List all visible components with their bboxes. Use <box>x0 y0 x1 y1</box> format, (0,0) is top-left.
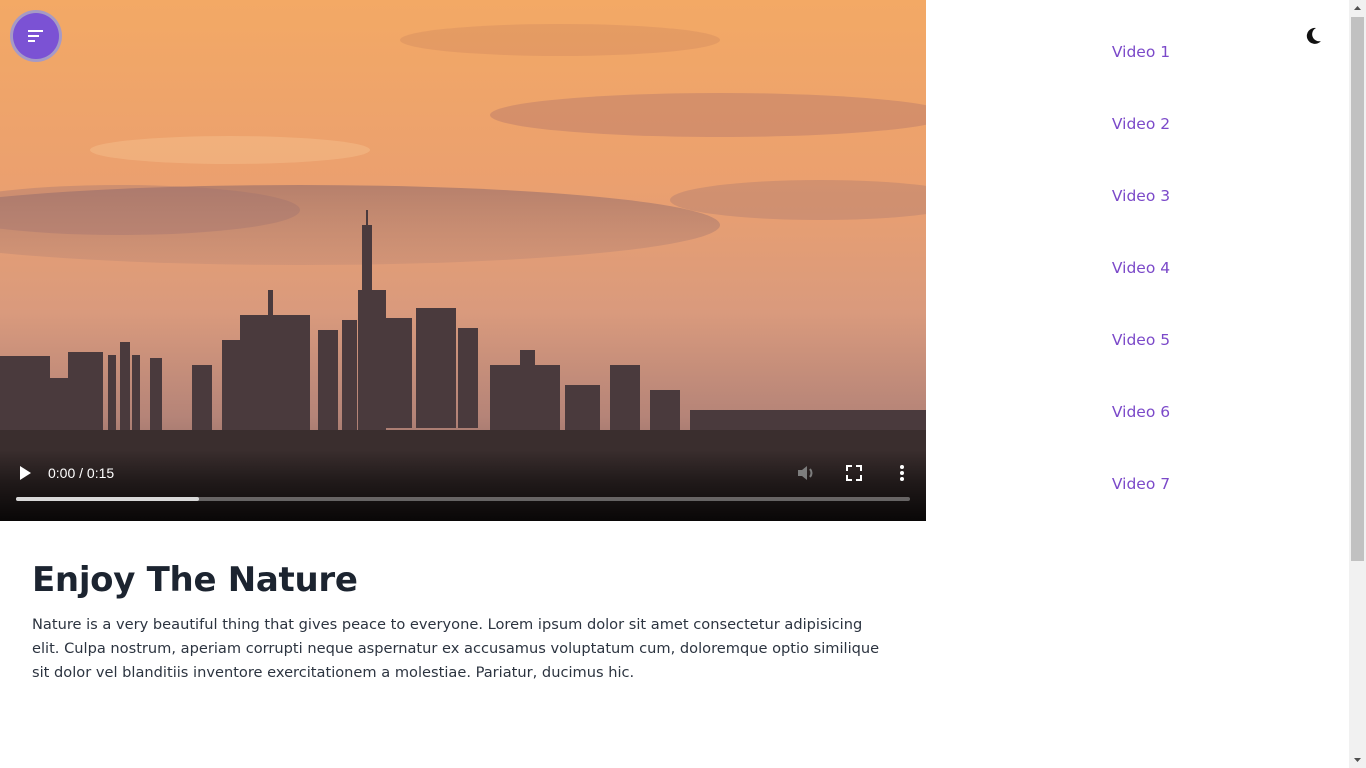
menu-button[interactable] <box>13 13 59 59</box>
scrollbar-thumb[interactable] <box>1351 17 1364 561</box>
time-display: 0:00 / 0:15 <box>48 465 115 481</box>
video-frame-city-skyline <box>0 0 926 521</box>
playlist-item[interactable]: Video 7 <box>926 474 1356 494</box>
sort-lines-icon <box>28 30 43 42</box>
playlist-item[interactable]: Video 4 <box>926 258 1356 278</box>
page-description: Nature is a very beautiful thing that gi… <box>32 616 880 681</box>
playlist-item[interactable]: Video 1 <box>926 42 1356 62</box>
fullscreen-icon[interactable] <box>845 464 863 482</box>
video-controls: 0:00 / 0:15 <box>0 450 926 521</box>
playlist-item[interactable]: Video 6 <box>926 402 1356 422</box>
playlist-item[interactable]: Video 2 <box>926 114 1356 134</box>
playlist-item[interactable]: Video 5 <box>926 330 1356 350</box>
moon-icon[interactable] <box>1302 25 1324 47</box>
more-vertical-icon[interactable] <box>893 463 911 483</box>
scroll-down-arrow-icon[interactable] <box>1349 751 1366 768</box>
progress-bar[interactable] <box>16 497 910 501</box>
volume-icon <box>798 466 813 480</box>
video-player[interactable]: 0:00 / 0:15 <box>0 0 926 521</box>
playlist-item[interactable]: Video 3 <box>926 186 1356 206</box>
page-title: Enjoy The Nature <box>32 560 358 600</box>
scrollbar[interactable] <box>1349 0 1366 768</box>
scroll-up-arrow-icon[interactable] <box>1349 0 1366 17</box>
playlist: Video 1 Video 2 Video 3 Video 4 Video 5 … <box>926 0 1350 768</box>
play-icon[interactable] <box>16 464 34 482</box>
progress-bar-fill <box>16 497 200 501</box>
